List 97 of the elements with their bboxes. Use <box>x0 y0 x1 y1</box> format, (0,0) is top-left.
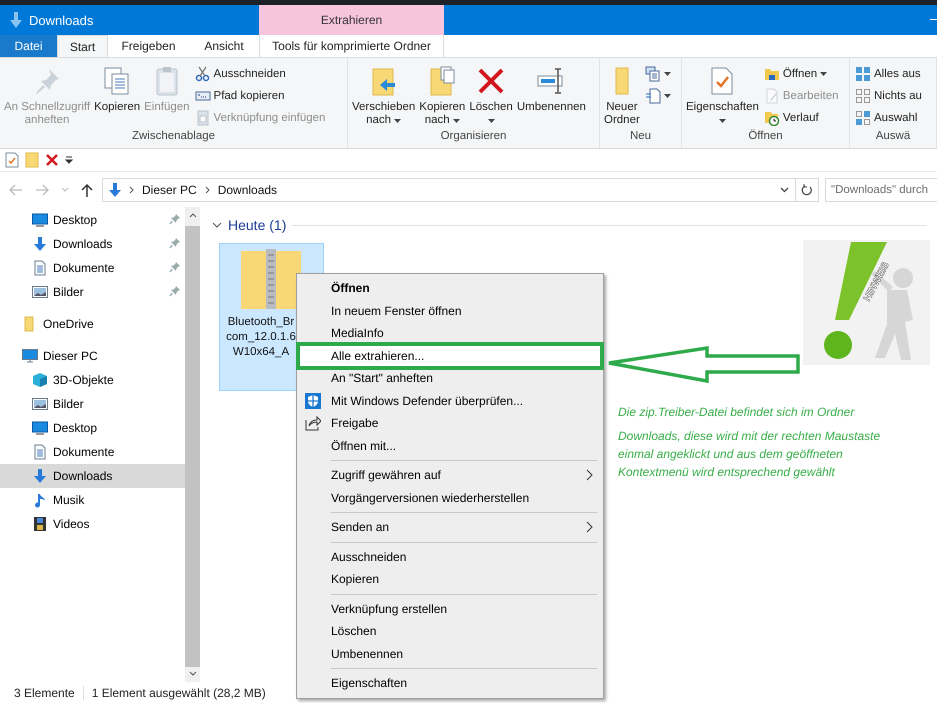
ribbon-button[interactable]: Nichts au <box>853 85 924 107</box>
nav-item[interactable]: Downloads <box>0 464 185 488</box>
nav-item[interactable]: Musik <box>0 488 185 512</box>
group-label: Öffnen <box>747 130 784 144</box>
nav-item[interactable]: Downloads <box>0 232 185 256</box>
ribbon-button[interactable]: Kopieren nach <box>418 62 466 130</box>
nav-item[interactable]: Desktop <box>0 208 185 232</box>
menu-item[interactable]: Umbenennen <box>299 642 601 665</box>
nav-item[interactable]: Videos <box>0 512 185 536</box>
file-name: Bluetooth_Br com_12.0.1.6 W10x64_A <box>225 315 297 360</box>
cube-icon <box>32 372 48 388</box>
ribbon-button[interactable]: Pfad kopieren <box>192 85 328 107</box>
open-folder-icon <box>764 66 780 82</box>
shortcut-icon <box>194 110 211 126</box>
chevron-right-icon <box>204 186 210 194</box>
group-header[interactable]: Heute (1) <box>228 217 286 233</box>
menu-item[interactable]: Öffnen mit... <box>299 434 601 457</box>
breadcrumb[interactable]: Dieser PC <box>140 182 199 196</box>
ribbon-button[interactable]: Öffnen <box>762 63 841 85</box>
pictures-icon <box>32 284 48 300</box>
menu-item[interactable]: Ausschneiden <box>299 546 601 568</box>
menu-item[interactable]: Vorgängerversionen wiederherstellen <box>299 486 601 509</box>
note-text: Die zip.Treiber-Datei befindet sich im Ordner Downloads, diese wird mit der rechten Maustaste einmal angeklickt und aus dem geöffneten Kontextmenü wird entsprechend gewählt <box>618 404 882 481</box>
ribbon-tab[interactable]: Ansicht <box>189 35 259 57</box>
scroll-down-icon[interactable] <box>188 671 196 676</box>
properties-icon[interactable] <box>5 152 19 168</box>
ribbon-tab[interactable]: Start <box>57 35 108 57</box>
group-label: Neu <box>628 130 652 144</box>
delete-icon[interactable] <box>45 153 59 167</box>
menu-item[interactable]: Eigenschaften <box>299 672 601 694</box>
download-icon <box>9 12 23 28</box>
nav-item[interactable]: OneDrive <box>0 312 185 336</box>
menu-item[interactable]: Alle extrahieren... <box>299 344 601 367</box>
ribbon-button[interactable]: Löschen <box>468 62 514 130</box>
minimize-icon[interactable] <box>930 19 937 21</box>
menu-item[interactable]: Senden an <box>299 516 601 538</box>
menu-item[interactable]: Freigabe <box>299 412 601 434</box>
edit-icon <box>764 88 780 104</box>
nav-item[interactable]: Bilder <box>0 392 185 416</box>
menu-item[interactable]: Zugriff gewähren auf <box>299 464 601 486</box>
ribbon-button[interactable]: Verlauf <box>762 107 841 129</box>
chevron-down-icon[interactable] <box>780 186 789 192</box>
history-icon <box>764 110 780 126</box>
context-tab-header: Extrahieren <box>259 5 444 35</box>
menu-item[interactable]: Mit Windows Defender überprüfen... <box>299 390 601 412</box>
ribbon-button[interactable]: Kopieren <box>93 62 142 130</box>
menu-item[interactable]: Verknüpfung erstellen <box>299 598 601 620</box>
menu-item[interactable]: Löschen <box>299 620 601 642</box>
nav-item[interactable]: 3D-Objekte <box>0 368 185 392</box>
nav-item[interactable]: Dieser PC <box>0 344 185 368</box>
status-text: 1 Element ausgewählt (28,2 MB) <box>92 686 266 700</box>
download-icon <box>32 468 48 484</box>
document-icon <box>32 444 48 460</box>
new-item-icon <box>644 66 661 82</box>
ribbon-button[interactable]: Auswahl <box>853 107 924 129</box>
nav-item[interactable]: Dokumente <box>0 440 185 464</box>
pictures-icon <box>32 396 48 412</box>
document-icon <box>32 260 48 276</box>
menu-item[interactable]: Kopieren <box>299 568 601 590</box>
ribbon-tab[interactable]: Datei <box>0 35 57 57</box>
ribbon-button[interactable]: Verschieben nach <box>351 62 416 130</box>
status-text: 3 Elemente <box>14 686 75 700</box>
desktop-icon <box>32 212 48 228</box>
group-label: Auswä <box>874 130 912 144</box>
folder-icon <box>614 67 629 95</box>
film-icon <box>32 516 48 532</box>
shield-icon <box>305 392 321 408</box>
easy-access-icon <box>644 88 661 104</box>
window-title: Downloads <box>29 12 94 28</box>
ribbon-button[interactable]: Umbenennen <box>516 62 587 130</box>
ribbon-button[interactable]: Neuer Ordner <box>603 62 641 130</box>
customize-icon[interactable] <box>65 156 73 164</box>
select-none-icon <box>855 88 871 104</box>
group-label: Organisieren <box>440 130 508 144</box>
select-all-icon <box>855 66 871 82</box>
desktop-icon <box>32 420 48 436</box>
chevron-down-icon[interactable] <box>212 220 222 230</box>
address-bar[interactable]: Dieser PC Downloads <box>102 178 819 202</box>
nav-item[interactable]: Dokumente <box>0 256 185 280</box>
search-field[interactable]: "Downloads" durch <box>825 178 937 202</box>
nav-item[interactable]: Bilder <box>0 280 185 304</box>
scissors-icon <box>194 66 211 82</box>
ribbon-button[interactable]: Alles aus <box>853 63 924 85</box>
download-icon <box>32 236 48 252</box>
download-icon <box>107 182 123 198</box>
nav-item[interactable]: Desktop <box>0 416 185 440</box>
group-label: Zwischenablage <box>130 130 216 144</box>
zip-folder-icon <box>240 249 302 311</box>
ribbon-tab[interactable]: Freigeben <box>108 35 189 57</box>
invert-selection-icon <box>855 110 871 126</box>
ribbon-button[interactable]: Eigenschaften <box>685 62 760 130</box>
scroll-up-icon[interactable] <box>188 213 196 218</box>
share-icon <box>305 415 321 431</box>
breadcrumb[interactable]: Downloads <box>216 182 280 196</box>
ribbon-button[interactable]: Ausschneiden <box>192 63 328 85</box>
chevron-right-icon <box>129 186 134 194</box>
computer-icon <box>22 348 38 364</box>
